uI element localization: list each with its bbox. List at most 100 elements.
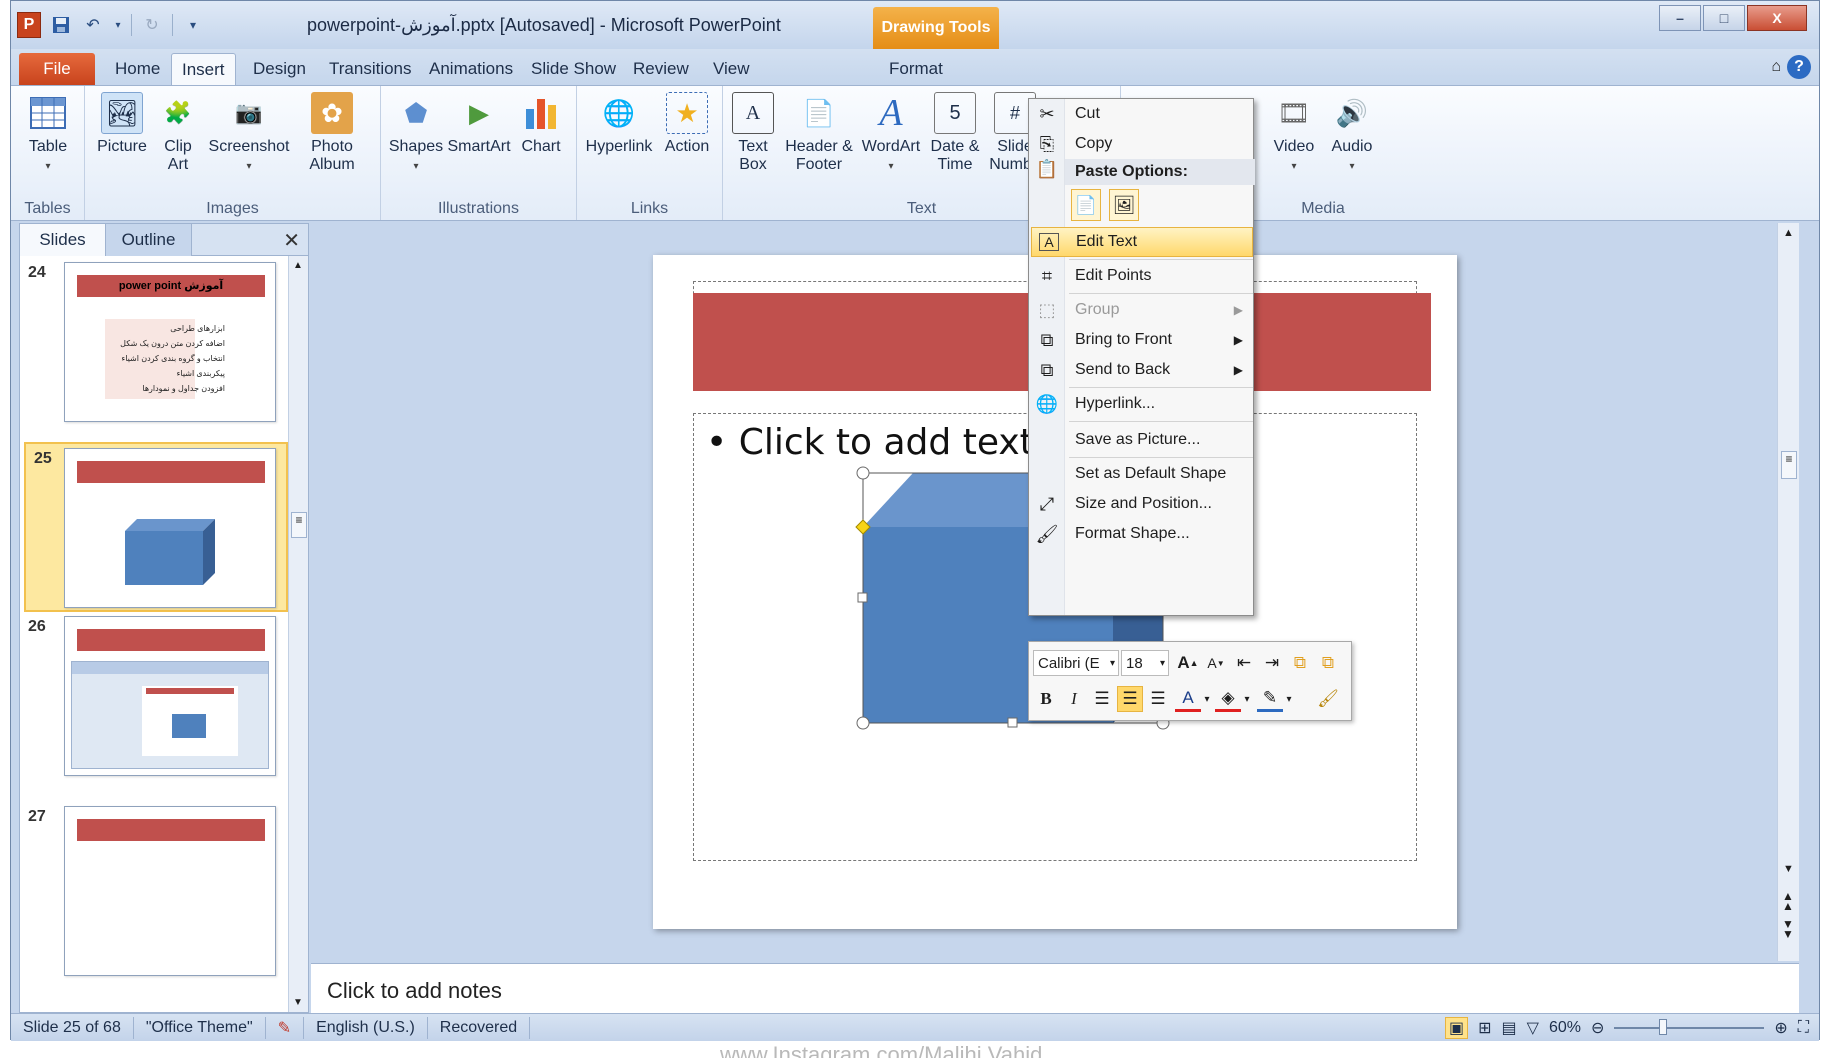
shrink-font-icon[interactable]: A ▼ [1203,650,1229,676]
vertical-scrollbar[interactable]: ▲ ≡ ▼ ▲ ▲ ▼ ▼ [1777,223,1799,961]
screenshot-button[interactable]: 📷 Screenshot ▾ [203,92,295,176]
chevron-down-icon[interactable]: ▾ [1283,686,1295,712]
minimize-ribbon-icon[interactable]: ⌂ [1771,58,1781,76]
align-left-icon[interactable]: ☰ [1089,686,1115,712]
menu-item-size-and-position[interactable]: ⤢ Size and Position... [1029,489,1253,519]
redo-icon[interactable]: ↻ [140,13,164,37]
chevron-down-icon[interactable]: ▾ [1110,658,1118,669]
slide-thumbnail[interactable] [64,448,276,608]
scroll-thumb[interactable]: ≡ [1781,451,1797,479]
tab-view[interactable]: View [703,53,760,85]
font-name-combo[interactable]: Calibri (E ▾ [1033,650,1119,676]
menu-item-send-to-back[interactable]: ⧉ Send to Back ▶ [1029,355,1253,385]
powerpoint-app-icon[interactable]: P [17,12,41,38]
scroll-up-icon[interactable]: ▲ [1783,227,1794,239]
italic-icon[interactable]: I [1061,686,1087,712]
scroll-thumb[interactable]: ≡ [291,512,307,538]
tab-outline[interactable]: Outline [106,224,192,256]
slide-thumb-25[interactable]: 25 [24,442,288,612]
chart-button[interactable]: Chart [511,92,571,156]
slide-thumb-24[interactable]: 24 آموزش power point ابزارهای طراحی اضاف… [20,258,288,444]
shape-outline-icon[interactable]: ✎ [1257,686,1283,712]
menu-item-bring-to-front[interactable]: ⧉ Bring to Front ▶ [1029,325,1253,355]
tab-file[interactable]: File [19,53,95,85]
shape-fill-icon[interactable]: ◈ [1215,686,1241,712]
tab-format[interactable]: Format [879,53,953,85]
video-button[interactable]: 🎞 Video ▾ [1265,92,1323,176]
fit-to-window-icon[interactable]: ⛶ [1798,1019,1809,1037]
slide-thumb-26[interactable]: 26 [20,612,288,802]
zoom-slider[interactable] [1614,1019,1765,1035]
action-button[interactable]: ★ Action [657,92,717,156]
decrease-indent-icon[interactable]: ⇤ [1231,650,1257,676]
text-box-button[interactable]: A Text Box [725,92,781,174]
font-size-combo[interactable]: 18 ▾ [1121,650,1169,676]
format-painter-icon[interactable]: 🖌 [1315,686,1341,712]
align-center-icon[interactable]: ☰ [1117,686,1143,712]
hyperlink-button[interactable]: 🌐 Hyperlink [581,92,657,156]
submenu-arrow-icon[interactable]: ▶ [1234,333,1243,347]
tab-review[interactable]: Review [623,53,699,85]
menu-item-format-shape[interactable]: 🖌 Format Shape... [1029,519,1253,549]
scroll-up-icon[interactable]: ▲ [293,260,303,271]
send-backward-icon[interactable]: ⧉ [1315,650,1341,676]
audio-button[interactable]: 🔊 Audio ▾ [1323,92,1381,176]
slide-thumbnail[interactable] [64,806,276,976]
tab-animations[interactable]: Animations [419,53,523,85]
wordart-button[interactable]: A WordArt ▾ [857,92,925,176]
paste-option-picture[interactable]: 🖼 [1109,189,1139,221]
shapes-button[interactable]: ⬟ Shapes ▾ [385,92,447,176]
zoom-out-icon[interactable]: ⊖ [1591,1018,1604,1038]
language-indicator[interactable]: English (U.S.) [304,1016,428,1039]
maximize-button[interactable]: □ [1703,5,1745,31]
notes-pane[interactable]: Click to add notes [311,963,1799,1013]
header-footer-button[interactable]: 📄 Header & Footer [781,92,857,174]
picture-button[interactable]: 🏞 Picture [87,92,157,156]
tab-slides[interactable]: Slides [20,224,106,256]
zoom-in-icon[interactable]: ⊕ [1774,1018,1787,1038]
content-placeholder-text[interactable]: • Click to add text [706,422,1034,463]
tab-insert[interactable]: Insert [171,53,236,85]
table-button[interactable]: Table ▾ [13,92,83,176]
normal-view-icon[interactable]: ▣ [1444,1017,1469,1039]
photo-album-button[interactable]: ✿ Photo Album [295,92,369,174]
slide-show-icon[interactable]: ▽ [1527,1018,1539,1038]
undo-icon[interactable]: ↶ [81,13,105,37]
tab-home[interactable]: Home [105,53,170,85]
tab-slide-show[interactable]: Slide Show [521,53,626,85]
grow-font-icon[interactable]: A ▲ [1175,650,1201,676]
scroll-down-icon[interactable]: ▼ [1783,863,1794,875]
menu-item-save-as-picture[interactable]: Save as Picture... [1029,425,1253,455]
tab-transitions[interactable]: Transitions [319,53,422,85]
paste-option-keep-formatting[interactable]: 📄 [1071,189,1101,221]
save-icon[interactable] [49,13,73,37]
undo-dropdown-icon[interactable]: ▾ [113,13,123,37]
help-icon[interactable]: ? [1787,55,1811,79]
slide-thumbnail[interactable]: آموزش power point ابزارهای طراحی اضافه ک… [64,262,276,422]
menu-item-cut[interactable]: ✂ Cut [1029,99,1253,129]
chevron-down-icon[interactable]: ▾ [1201,686,1213,712]
submenu-arrow-icon[interactable]: ▶ [1234,363,1243,377]
menu-item-copy[interactable]: ⎘ Copy [1029,129,1253,159]
increase-indent-icon[interactable]: ⇥ [1259,650,1285,676]
minimize-button[interactable]: – [1659,5,1701,31]
clip-art-button[interactable]: 🧩 Clip Art [153,92,203,174]
slide-thumbnail[interactable] [64,616,276,776]
scroll-down-icon[interactable]: ▼ [293,997,303,1008]
previous-slide-icon[interactable]: ▲ ▲ [1782,890,1794,912]
close-button[interactable]: X [1747,5,1807,31]
reading-view-icon[interactable]: ▤ [1502,1018,1517,1038]
theme-name[interactable]: "Office Theme" [134,1016,266,1039]
chevron-down-icon[interactable]: ▾ [1241,686,1253,712]
chevron-down-icon[interactable]: ▾ [1160,658,1168,669]
menu-item-edit-text[interactable]: A Edit Text [1031,227,1253,257]
slide-sorter-icon[interactable]: ⊞ [1478,1018,1491,1038]
menu-item-set-default-shape[interactable]: Set as Default Shape [1029,459,1253,489]
slide-thumb-27[interactable]: 27 [20,802,288,992]
menu-item-edit-points[interactable]: ⌗ Edit Points [1029,261,1253,291]
zoom-slider-thumb[interactable] [1659,1019,1668,1035]
customize-qat-icon[interactable]: ▾ [181,13,205,37]
next-slide-icon[interactable]: ▼ ▼ [1782,918,1794,940]
bring-forward-icon[interactable]: ⧉ [1287,650,1313,676]
date-time-button[interactable]: 5 Date & Time [925,92,985,174]
